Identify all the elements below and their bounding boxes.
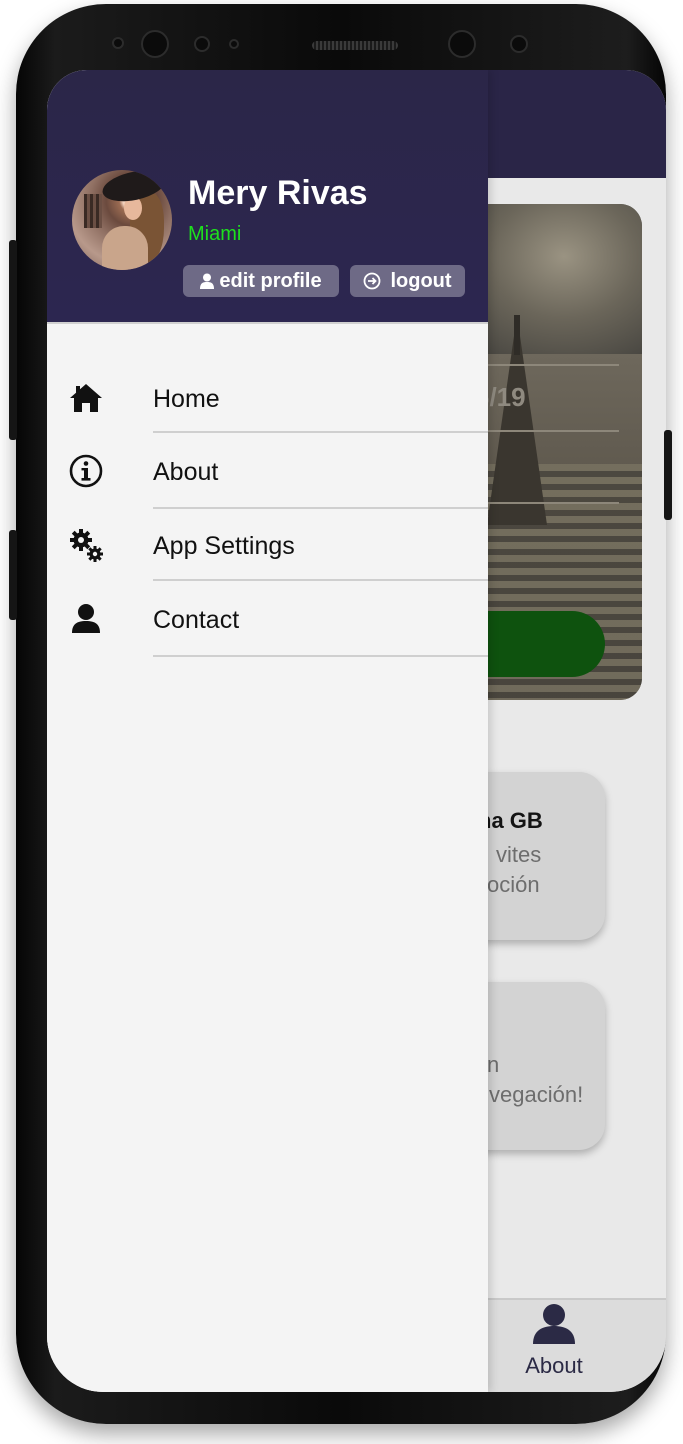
menu-item-home[interactable]: Home: [47, 361, 488, 435]
logout-icon: [364, 272, 381, 290]
bixby-button: [9, 530, 17, 620]
menu-item-about[interactable]: About: [47, 436, 488, 510]
gears-icon: [70, 529, 103, 562]
menu-divider: [153, 507, 488, 509]
logout-label: logout: [390, 269, 452, 292]
volume-up-button: [9, 240, 17, 440]
tab-about-label: About: [525, 1353, 583, 1378]
speaker-grille: [312, 41, 398, 50]
menu-divider: [153, 431, 488, 433]
phone-frame: 6/19 na GB vites oción n vegación! About: [16, 4, 666, 1424]
home-icon: [70, 384, 102, 412]
menu-divider: [153, 655, 488, 657]
menu-divider: [153, 579, 488, 581]
card-text: vegación!: [489, 1082, 584, 1107]
menu-item-app-settings[interactable]: App Settings: [47, 510, 488, 584]
screen: 6/19 na GB vites oción n vegación! About: [47, 70, 666, 1392]
card-text: vites: [496, 842, 542, 867]
user-icon: [533, 1304, 575, 1344]
user-icon: [200, 273, 215, 289]
iris-camera: [448, 30, 476, 58]
sensor-dot: [510, 35, 528, 53]
card-text: n: [487, 1052, 500, 1077]
logout-button[interactable]: logout: [350, 265, 465, 297]
drawer-header: Mery Rivas Miami edit profile logout: [47, 70, 488, 324]
edit-profile-button[interactable]: edit profile: [183, 265, 339, 297]
card-text: oción: [487, 872, 540, 897]
edit-profile-label: edit profile: [219, 269, 322, 292]
avatar[interactable]: [72, 170, 172, 270]
menu-item-label: App Settings: [153, 532, 295, 560]
user-city: Miami: [188, 223, 242, 245]
sensor-dot: [194, 36, 210, 52]
power-button: [664, 430, 672, 520]
info-icon: [69, 454, 103, 488]
menu-item-contact[interactable]: Contact: [47, 584, 488, 658]
menu-item-label: Home: [153, 385, 220, 413]
tab-about[interactable]: About: [517, 1302, 591, 1379]
sensor-dot: [229, 39, 239, 49]
eiffel-tower-tip: [514, 315, 520, 355]
user-name: Mery Rivas: [188, 174, 368, 212]
user-icon: [72, 604, 100, 633]
menu-item-label: Contact: [153, 606, 240, 634]
menu-item-label: About: [153, 458, 219, 486]
sensor-dot: [112, 37, 124, 49]
front-camera: [141, 30, 169, 58]
navigation-drawer: Mery Rivas Miami edit profile logout Hom…: [47, 70, 488, 1392]
